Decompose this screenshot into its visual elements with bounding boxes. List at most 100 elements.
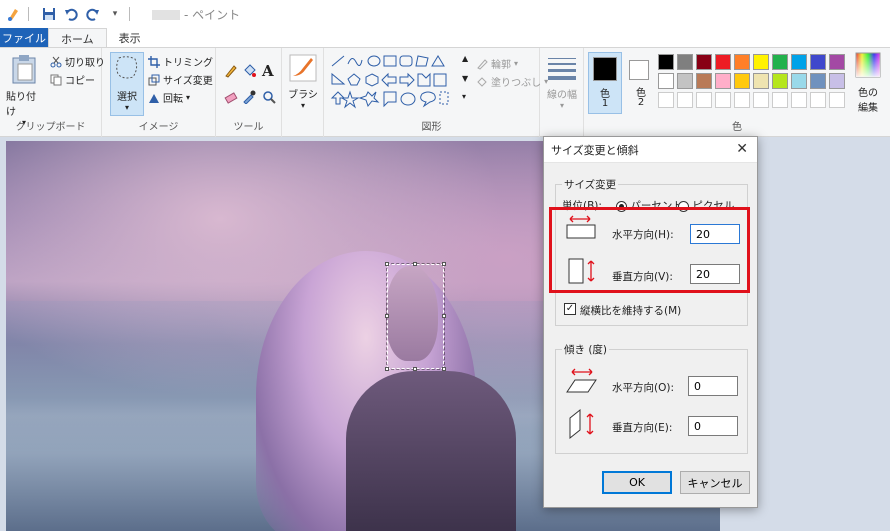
pencil-icon[interactable] (224, 64, 238, 78)
palette-swatch[interactable] (772, 73, 788, 89)
magnifier-icon[interactable] (262, 90, 276, 104)
scroll-up-icon[interactable]: ▲ (462, 54, 468, 63)
selection-handle[interactable] (385, 262, 389, 266)
color-wheel-icon (855, 52, 881, 78)
edit-colors-button[interactable]: 色の 編集 (850, 52, 886, 114)
selection-handle[interactable] (442, 262, 446, 266)
skew-horizontal-input[interactable] (688, 376, 738, 396)
palette-swatch[interactable] (734, 54, 750, 70)
palette-empty-swatch[interactable] (829, 92, 845, 108)
palette-empty-swatch[interactable] (715, 92, 731, 108)
tab-view[interactable]: 表示 (107, 28, 153, 48)
palette-empty-swatch[interactable] (791, 92, 807, 108)
palette-swatch[interactable] (677, 54, 693, 70)
tab-home[interactable]: ホーム (48, 28, 107, 48)
shapes-gallery[interactable] (330, 54, 458, 110)
palette-swatch[interactable] (753, 54, 769, 70)
brushes-button[interactable]: ブラシ ▾ (287, 54, 319, 110)
cut-button[interactable]: 切り取り (50, 54, 105, 69)
palette-empty-swatch[interactable] (810, 92, 826, 108)
palette-swatch[interactable] (829, 54, 845, 70)
scroll-down-icon[interactable]: ▼ (462, 74, 468, 83)
palette-swatch[interactable] (715, 73, 731, 89)
palette-empty-swatch[interactable] (658, 92, 674, 108)
size-label: 線の幅 (547, 90, 577, 101)
copy-label: コピー (65, 76, 95, 87)
palette-swatch[interactable] (658, 73, 674, 89)
skew-group: 傾き (度) 水平方向(O): 垂直方向(E): (555, 342, 748, 454)
fill-button[interactable]: 塗りつぶし ▾ (476, 74, 548, 89)
selection-handle[interactable] (413, 367, 417, 371)
color-picker-icon[interactable] (242, 90, 256, 104)
size-button[interactable]: 線の幅 ▾ (544, 56, 580, 110)
vertical-skew-icon (569, 408, 594, 440)
palette-swatch[interactable] (696, 54, 712, 70)
paint-app-icon[interactable] (6, 6, 22, 22)
palette-swatch[interactable] (791, 73, 807, 89)
palette-swatch[interactable] (810, 54, 826, 70)
chevron-down-icon: ▾ (559, 101, 564, 110)
select-icon (116, 56, 138, 79)
resize-skew-dialog: サイズ変更と傾斜 ✕ サイズ変更 単位(B): パーセント ピクセル 水平方向(… (543, 136, 758, 508)
palette-swatch[interactable] (772, 54, 788, 70)
rotate-button[interactable]: 回転 ▾ (148, 90, 190, 105)
copy-button[interactable]: コピー (50, 72, 95, 87)
tab-file[interactable]: ファイル (0, 28, 48, 48)
crop-label: トリミング (163, 58, 213, 69)
palette-swatch[interactable] (696, 73, 712, 89)
clipboard-group-label: クリップボード (15, 122, 86, 133)
selection-rectangle[interactable] (385, 262, 446, 371)
chevron-down-icon: ▾ (514, 59, 519, 68)
selection-handle[interactable] (413, 262, 417, 266)
close-icon[interactable]: ✕ (736, 141, 748, 157)
text-tool-icon[interactable]: A (262, 62, 274, 80)
selection-handle[interactable] (442, 367, 446, 371)
palette-swatch[interactable] (829, 73, 845, 89)
resize-button[interactable]: サイズ変更 (148, 72, 213, 87)
paste-button[interactable]: 貼り付け ▾ (6, 54, 42, 127)
ok-button[interactable]: OK (602, 471, 672, 494)
palette-swatch[interactable] (810, 73, 826, 89)
outline-button[interactable]: 輪郭 ▾ (476, 56, 518, 71)
window-title: - ペイント (152, 6, 240, 23)
palette-swatch[interactable] (658, 54, 674, 70)
select-button[interactable]: 選択 ▾ (110, 54, 144, 112)
scissors-icon (50, 56, 62, 67)
save-icon[interactable] (41, 6, 57, 22)
redo-icon[interactable] (85, 6, 101, 22)
expand-gallery-icon[interactable]: ▾ (462, 92, 466, 101)
crop-icon (148, 55, 160, 68)
palette-empty-swatch[interactable] (772, 92, 788, 108)
selection-handle[interactable] (385, 367, 389, 371)
palette-swatch[interactable] (734, 73, 750, 89)
skew-group-label: 傾き (度) (562, 342, 610, 357)
palette-empty-swatch[interactable] (696, 92, 712, 108)
palette-swatch[interactable] (677, 73, 693, 89)
palette-swatch[interactable] (753, 73, 769, 89)
palette-empty-swatch[interactable] (677, 92, 693, 108)
palette-empty-swatch[interactable] (753, 92, 769, 108)
selection-handle[interactable] (385, 314, 389, 318)
customize-toolbar-icon[interactable]: ▾ (107, 6, 123, 22)
palette-empty-swatch[interactable] (734, 92, 750, 108)
keep-ratio-checkbox[interactable]: ✓ (564, 303, 576, 315)
brushes-group: ブラシ ▾ (282, 48, 324, 137)
dialog-title: サイズ変更と傾斜 (551, 143, 639, 157)
outline-label: 輪郭 (491, 60, 511, 71)
line-width-icon (548, 58, 576, 80)
skew-vertical-input[interactable] (688, 416, 738, 436)
eraser-icon[interactable] (224, 90, 238, 104)
keep-ratio-label[interactable]: 縦横比を維持する(M) (580, 303, 681, 318)
fill-bucket-icon[interactable] (242, 64, 256, 78)
color2-button[interactable]: 色 2 (626, 52, 656, 114)
crop-button[interactable]: トリミング (148, 54, 213, 69)
cancel-button[interactable]: キャンセル (680, 471, 750, 494)
palette-swatch[interactable] (715, 54, 731, 70)
shapes-group-label: 図形 (421, 122, 442, 133)
undo-icon[interactable] (63, 6, 79, 22)
image-group: 選択 ▾ トリミング サイズ変更 回転 ▾ イメージ (102, 48, 216, 137)
palette-swatch[interactable] (791, 54, 807, 70)
chevron-down-icon: ▾ (300, 101, 305, 110)
selection-handle[interactable] (442, 314, 446, 318)
color1-button[interactable]: 色 1 (588, 52, 622, 114)
